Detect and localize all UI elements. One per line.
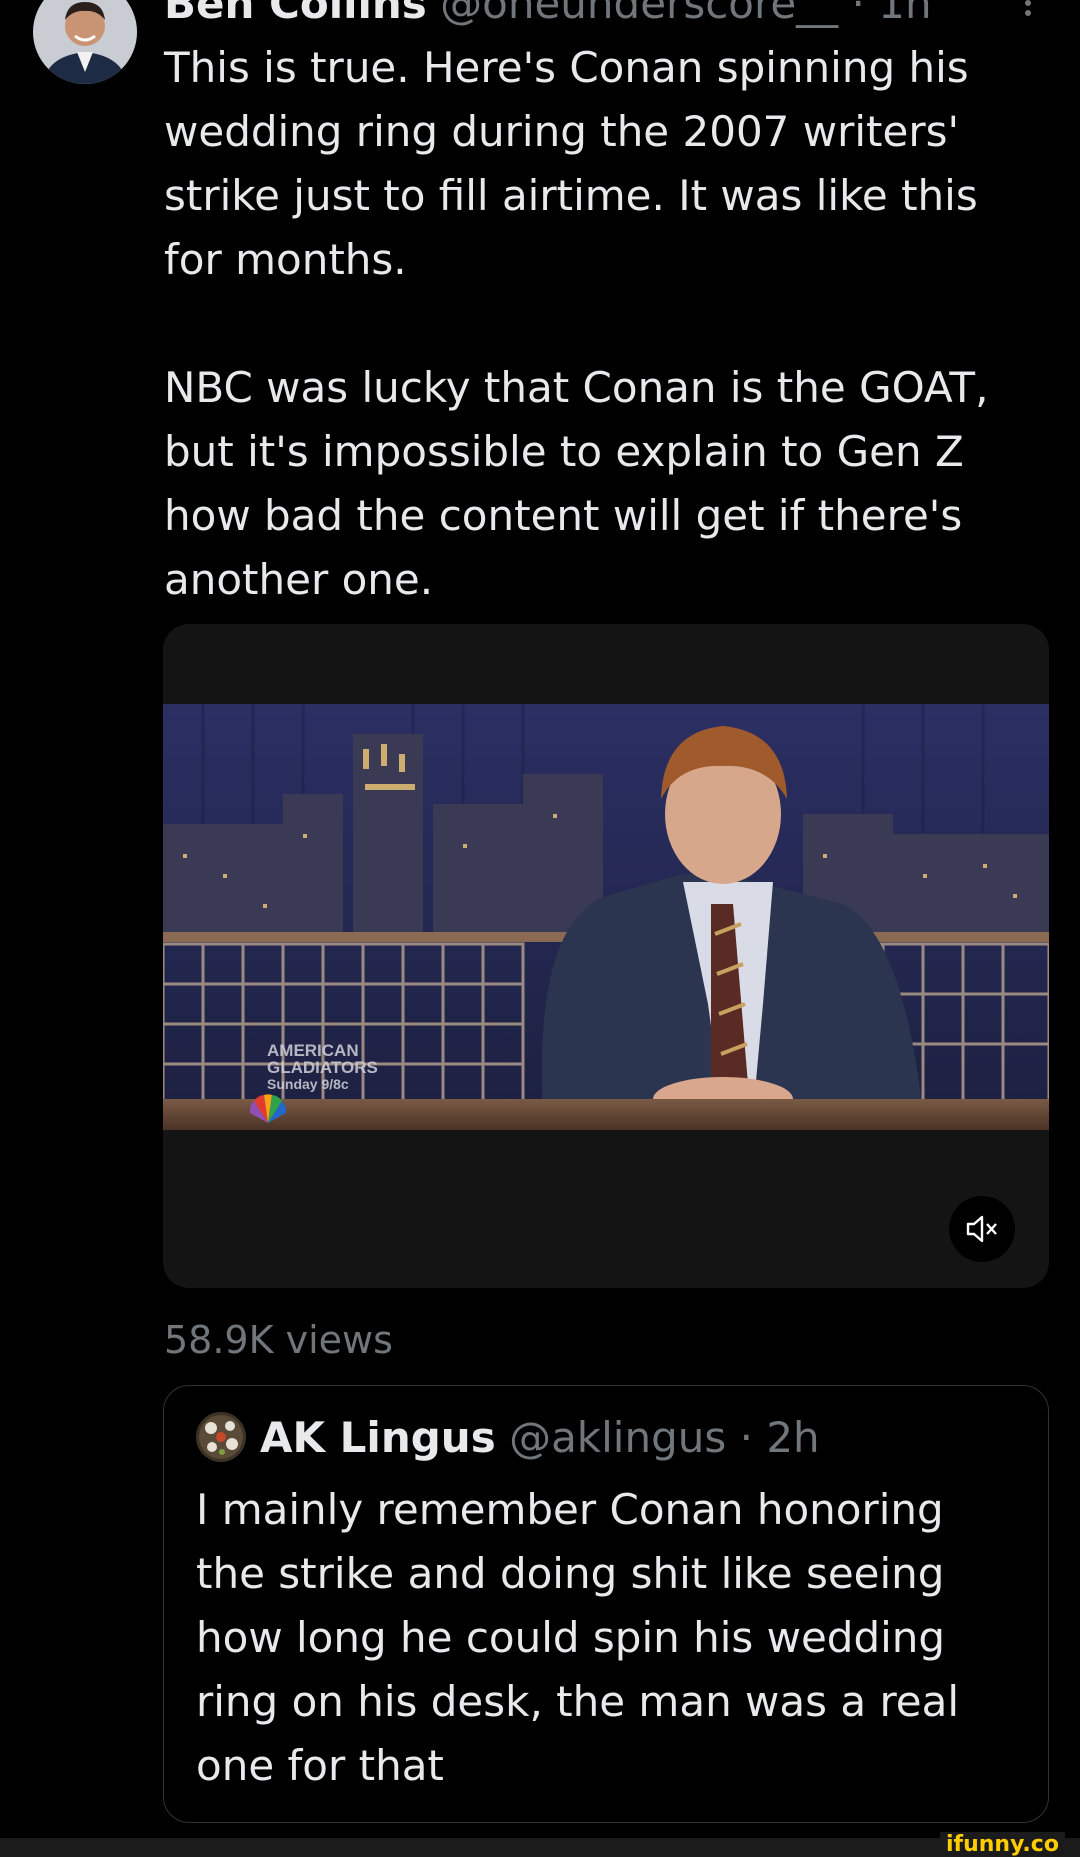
tweet-paragraph: NBC was lucky that Conan is the GOAT, bu…	[164, 363, 989, 604]
quote-text: I mainly remember Conan honoring the str…	[196, 1485, 960, 1790]
video-player[interactable]: AMERICAN GLADIATORS Sunday 9/8c	[163, 624, 1049, 1288]
tweet-paragraph: This is true. Here's Conan spinning his …	[164, 43, 978, 284]
more-options-icon[interactable]	[1018, 0, 1038, 20]
tweet-text: This is true. Here's Conan spinning his …	[164, 36, 1044, 612]
screen: Ben Collins @oneunderscore__ · 1h This i…	[0, 0, 1080, 1857]
quote-author-avatar[interactable]	[196, 1412, 246, 1462]
video-frame[interactable]: AMERICAN GLADIATORS Sunday 9/8c	[163, 704, 1049, 1130]
quote-separator: ·	[739, 1413, 753, 1462]
author-handle[interactable]: @oneunderscore__	[440, 0, 838, 28]
quote-author-name[interactable]: AK Lingus	[260, 1413, 496, 1462]
mute-button[interactable]	[949, 1196, 1015, 1262]
overlay-line: Sunday 9/8c	[267, 1076, 349, 1092]
bottom-strip	[0, 1838, 1080, 1857]
watermark: ifunny.co	[940, 1832, 1065, 1857]
quote-header: AK Lingus @aklingus · 2h	[260, 1412, 820, 1464]
overlay-line: AMERICAN	[267, 1041, 359, 1060]
quote-tweet[interactable]: AK Lingus @aklingus · 2h I mainly rememb…	[163, 1385, 1049, 1823]
author-name[interactable]: Ben Collins	[164, 0, 427, 28]
broadcast-overlay: AMERICAN GLADIATORS Sunday 9/8c	[267, 1042, 378, 1093]
quote-author-handle[interactable]: @aklingus	[509, 1413, 726, 1462]
author-avatar[interactable]	[33, 0, 137, 84]
quote-time[interactable]: 2h	[766, 1413, 819, 1462]
view-count: 58.9K views	[164, 1318, 393, 1362]
header-separator: ·	[851, 0, 865, 28]
tweet-header: Ben Collins @oneunderscore__ · 1h	[164, 0, 932, 26]
speaker-muted-icon	[966, 1215, 997, 1243]
tweet-time[interactable]: 1h	[878, 0, 931, 28]
overlay-line: GLADIATORS	[267, 1058, 378, 1077]
